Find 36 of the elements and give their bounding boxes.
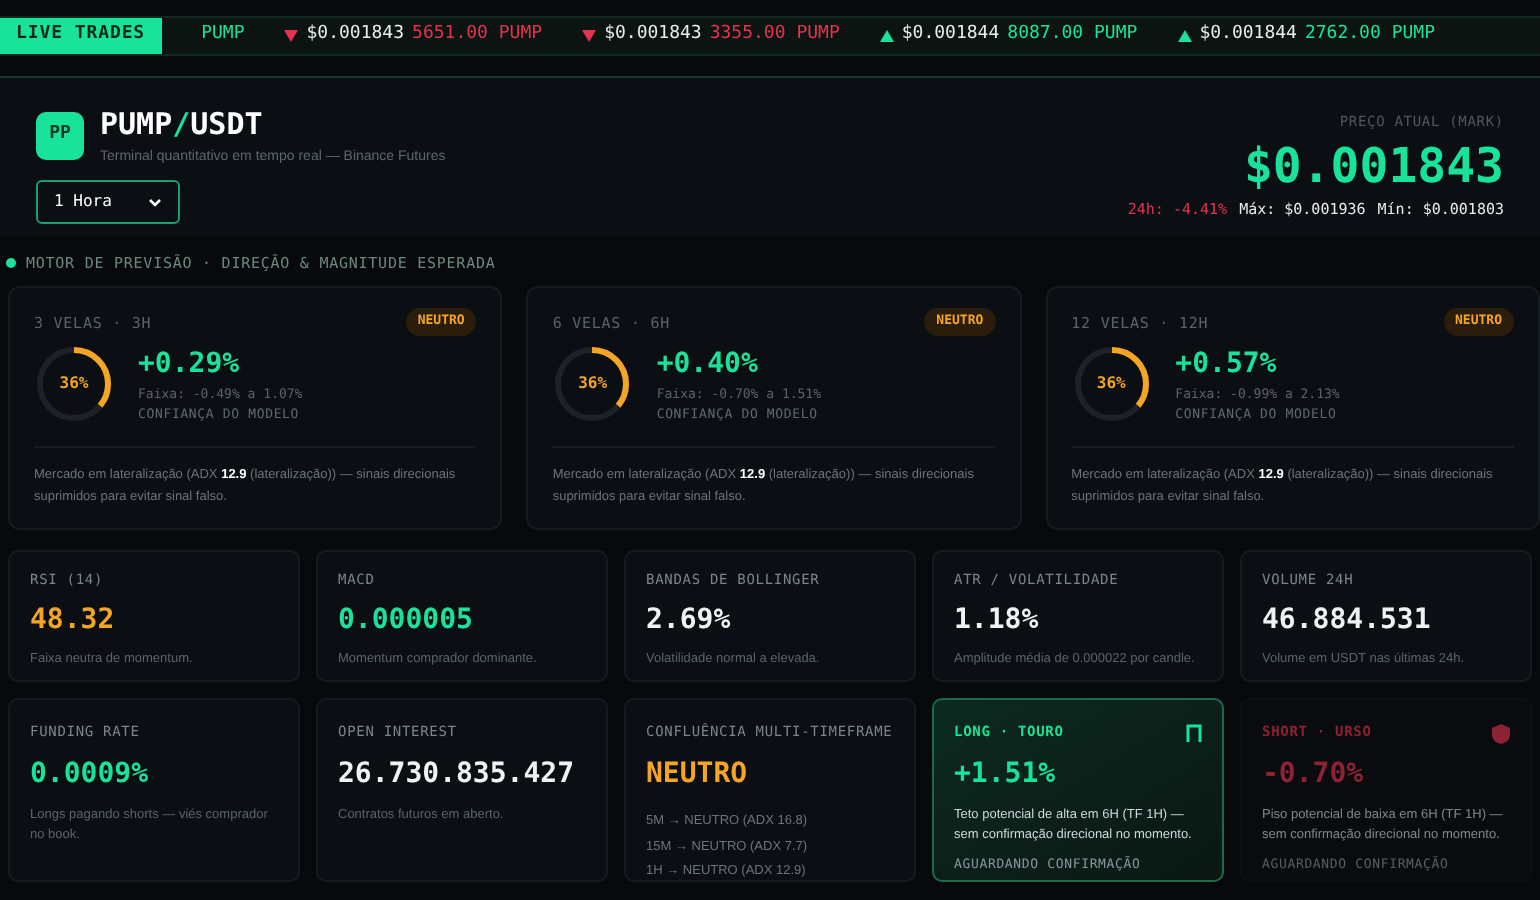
expected-move: +0.57% (1175, 346, 1279, 384)
live-trades-badge: LIVE TRADES (0, 18, 162, 54)
metric-value: 1.18% (954, 601, 1041, 640)
trade-amount: 2762.00 PUMP (1304, 22, 1435, 49)
trade-amount: PUMP (201, 22, 245, 49)
trade-amount: 5651.00 PUMP (412, 22, 543, 49)
metric-value: 0.0009% (30, 755, 151, 794)
signal-value: +1.51% (954, 755, 1058, 794)
up-arrow-icon (879, 30, 894, 42)
trade-price: $0.001843 (604, 22, 702, 49)
confidence-value: 36% (57, 372, 91, 397)
metric-value: NEUTRO (646, 755, 750, 794)
signal-value: -0.70% (1262, 755, 1366, 794)
metric-value: 2.69% (646, 601, 733, 640)
down-arrow-icon (582, 30, 597, 42)
trade-price: $0.001844 (901, 22, 1000, 49)
expected-move: +0.40% (656, 346, 760, 384)
chevron-icon (148, 197, 162, 207)
shield-icon (1492, 723, 1510, 743)
expected-move: +0.29% (138, 346, 242, 384)
metric-value: 0.000005 (338, 601, 475, 640)
confidence-value: 36% (576, 372, 610, 397)
current-price: $0.001843 (1243, 135, 1504, 197)
interval-select[interactable]: 1 Hora (36, 180, 180, 224)
trade-amount: 3355.00 PUMP (709, 22, 840, 49)
down-arrow-icon (284, 30, 299, 42)
logo-badge: PP (36, 111, 84, 159)
metric-value: 48.32 (30, 601, 117, 640)
confidence-value: 36% (1094, 372, 1128, 397)
metric-value: 46.884.531 (1262, 601, 1433, 640)
trade-price: $0.001844 (1199, 22, 1297, 49)
pair-title: PUMP/USDT (100, 104, 265, 146)
metric-value: 26.730.835.427 (338, 755, 577, 794)
up-arrow-icon (1177, 30, 1192, 42)
trade-price: $0.001843 (306, 22, 405, 49)
trade-amount: 8087.00 PUMP (1007, 22, 1138, 49)
